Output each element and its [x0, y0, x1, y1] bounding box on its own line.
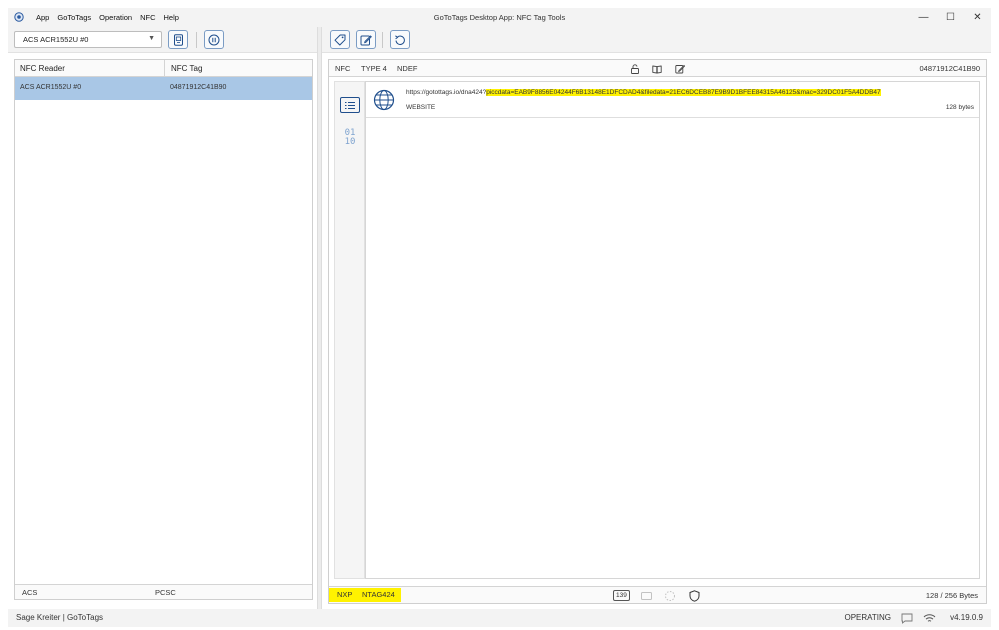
wifi-icon[interactable]	[923, 613, 936, 624]
tag-toolbar	[322, 27, 991, 53]
row-tag-uid: 04871912C41B90	[170, 84, 227, 91]
shield-icon	[689, 590, 700, 602]
reader-vendor: ACS	[22, 588, 38, 597]
toolbar-divider	[196, 32, 197, 48]
tag-uid: 04871912C41B90	[919, 64, 980, 73]
records-view-button[interactable]	[340, 97, 360, 113]
memory-capacity: 128 / 256 Bytes	[925, 591, 978, 600]
reader-device-button[interactable]	[168, 30, 188, 49]
reset-button[interactable]	[390, 30, 410, 49]
read-book-icon[interactable]	[652, 64, 662, 74]
app-version: v4.19.0.9	[950, 613, 983, 622]
view-mode-sidebar: 01 10	[334, 81, 365, 579]
list-icon	[345, 101, 355, 109]
tag-icon	[334, 34, 346, 45]
close-button[interactable]: ✕	[964, 8, 991, 27]
message-icon[interactable]	[901, 613, 913, 624]
menu-bar: App GoToTags Operation NFC Help	[32, 8, 183, 27]
signed-in-user: Sage Kreiter | GoToTags	[16, 613, 104, 622]
menu-operation[interactable]: Operation	[95, 13, 136, 22]
tag-type-label: TYPE 4	[361, 64, 387, 73]
ndef-record[interactable]: https://gotottags.io/dna424?piccdata=EAB…	[366, 82, 979, 118]
tag-tech-label: NFC	[335, 64, 351, 73]
binary-view-button[interactable]: 01 10	[341, 129, 359, 147]
tag-format-label: NDEF	[397, 64, 418, 73]
column-header-tag[interactable]: NFC Tag	[166, 60, 202, 77]
column-header-reader[interactable]: NFC Reader	[15, 60, 165, 77]
record-type: WEBSITE	[406, 104, 436, 111]
reader-toolbar: ACS ACR1552U #0 ▼	[8, 27, 317, 53]
undo-icon	[395, 34, 405, 45]
tag-info-footer: NXP NTAG424 139 128 / 256 Bytes	[329, 586, 986, 603]
pause-button[interactable]	[204, 30, 224, 49]
unlock-icon[interactable]	[630, 64, 640, 74]
reader-select-value: ACS ACR1552U #0	[23, 35, 89, 44]
status-bar: Sage Kreiter | GoToTags OPERATING v4.19.…	[8, 609, 991, 627]
binary-view-line2: 10	[344, 137, 356, 147]
reader-list-panel: NFC Reader NFC Tag ACS ACR1552U #0 04871…	[14, 59, 313, 600]
tag-detail-panel: NFC TYPE 4 NDEF 04871912C41B90 01 10 htt…	[328, 59, 987, 604]
title-bar: App GoToTags Operation NFC Help GoToTags…	[8, 8, 991, 27]
globe-icon	[373, 89, 395, 111]
maximize-button[interactable]: ☐	[937, 8, 964, 27]
row-reader-name: ACS ACR1552U #0	[20, 84, 82, 91]
toolbar-divider	[382, 32, 383, 48]
menu-gototags[interactable]: GoToTags	[53, 13, 95, 22]
edit-button[interactable]	[356, 30, 376, 49]
table-row[interactable]: ACS ACR1552U #0 04871912C41B90	[15, 77, 312, 100]
chevron-down-icon: ▼	[148, 35, 155, 42]
record-url-highlight: piccdata=EAB9F8856E04244F6B13148E1DFCDAD…	[486, 89, 881, 96]
reader-info-footer: ACS PCSC	[15, 584, 312, 599]
write-edit-icon[interactable]	[675, 64, 685, 74]
tag-button[interactable]	[330, 30, 350, 49]
battery-icon	[641, 592, 652, 600]
panel-splitter[interactable]	[317, 27, 322, 609]
menu-nfc[interactable]: NFC	[136, 13, 159, 22]
reader-interface: PCSC	[155, 588, 176, 597]
edit-icon	[360, 34, 372, 45]
ndef-records-area: https://gotottags.io/dna424?piccdata=EAB…	[365, 81, 980, 579]
manufacturer-badge: NXP	[329, 588, 359, 602]
app-logo-icon	[14, 12, 24, 22]
reader-table-header: NFC Reader NFC Tag	[15, 60, 312, 77]
tag-detail-header: NFC TYPE 4 NDEF 04871912C41B90	[329, 60, 986, 77]
reader-device-icon	[173, 33, 183, 46]
count-badge: 139	[613, 590, 630, 601]
pause-icon	[208, 34, 220, 45]
chip-model-badge: NTAG424	[356, 588, 401, 602]
reader-select[interactable]: ACS ACR1552U #0 ▼	[14, 31, 162, 48]
record-url-prefix: https://gotottags.io/dna424?	[406, 89, 487, 96]
window-controls: — ☐ ✕	[910, 8, 991, 27]
operation-status: OPERATING	[844, 613, 891, 622]
menu-help[interactable]: Help	[160, 13, 183, 22]
menu-app[interactable]: App	[32, 13, 53, 22]
minimize-button[interactable]: —	[910, 8, 937, 27]
record-url: https://gotottags.io/dna424?piccdata=EAB…	[406, 89, 881, 96]
spinner-icon	[665, 591, 675, 601]
record-size: 128 bytes	[945, 104, 974, 111]
